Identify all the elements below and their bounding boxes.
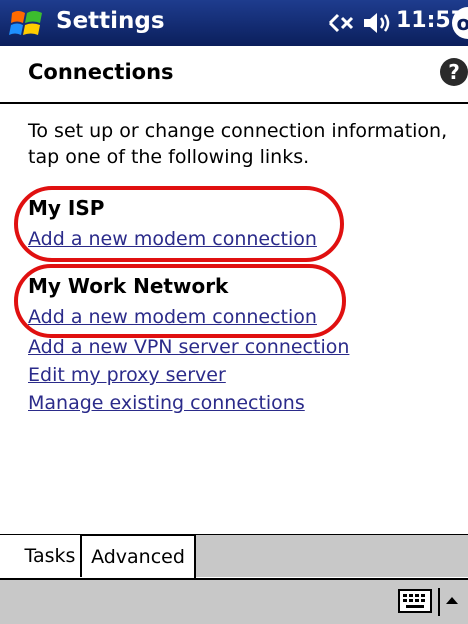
isp-add-modem-link[interactable]: Add a new modem connection <box>28 228 317 250</box>
keyboard-icon[interactable] <box>398 589 432 613</box>
windows-start-icon[interactable] <box>8 5 46 41</box>
help-icon[interactable]: ? <box>440 58 468 86</box>
page-header: Connections ? <box>0 46 468 104</box>
tab-tasks[interactable]: Tasks <box>20 535 82 577</box>
manage-connections-link[interactable]: Manage existing connections <box>28 392 305 414</box>
tab-strip: Tasks Advanced <box>0 534 468 579</box>
instructions-text: To set up or change connection informati… <box>28 120 448 168</box>
tab-strip-fill <box>196 535 468 577</box>
isp-heading: My ISP <box>28 196 105 220</box>
tab-advanced[interactable]: Advanced <box>82 535 196 578</box>
sip-arrow-icon[interactable] <box>438 588 462 616</box>
edit-proxy-link[interactable]: Edit my proxy server <box>28 364 226 386</box>
menu-bar <box>0 578 468 624</box>
connectivity-icon[interactable] <box>326 10 358 36</box>
title-bar: Settings 11:57 ok <box>0 0 468 46</box>
app-title: Settings <box>56 8 165 34</box>
work-heading: My Work Network <box>28 274 229 298</box>
work-add-vpn-link[interactable]: Add a new VPN server connection <box>28 336 349 358</box>
work-add-modem-link[interactable]: Add a new modem connection <box>28 306 317 328</box>
page-title: Connections <box>28 60 174 84</box>
volume-icon[interactable] <box>362 10 392 36</box>
